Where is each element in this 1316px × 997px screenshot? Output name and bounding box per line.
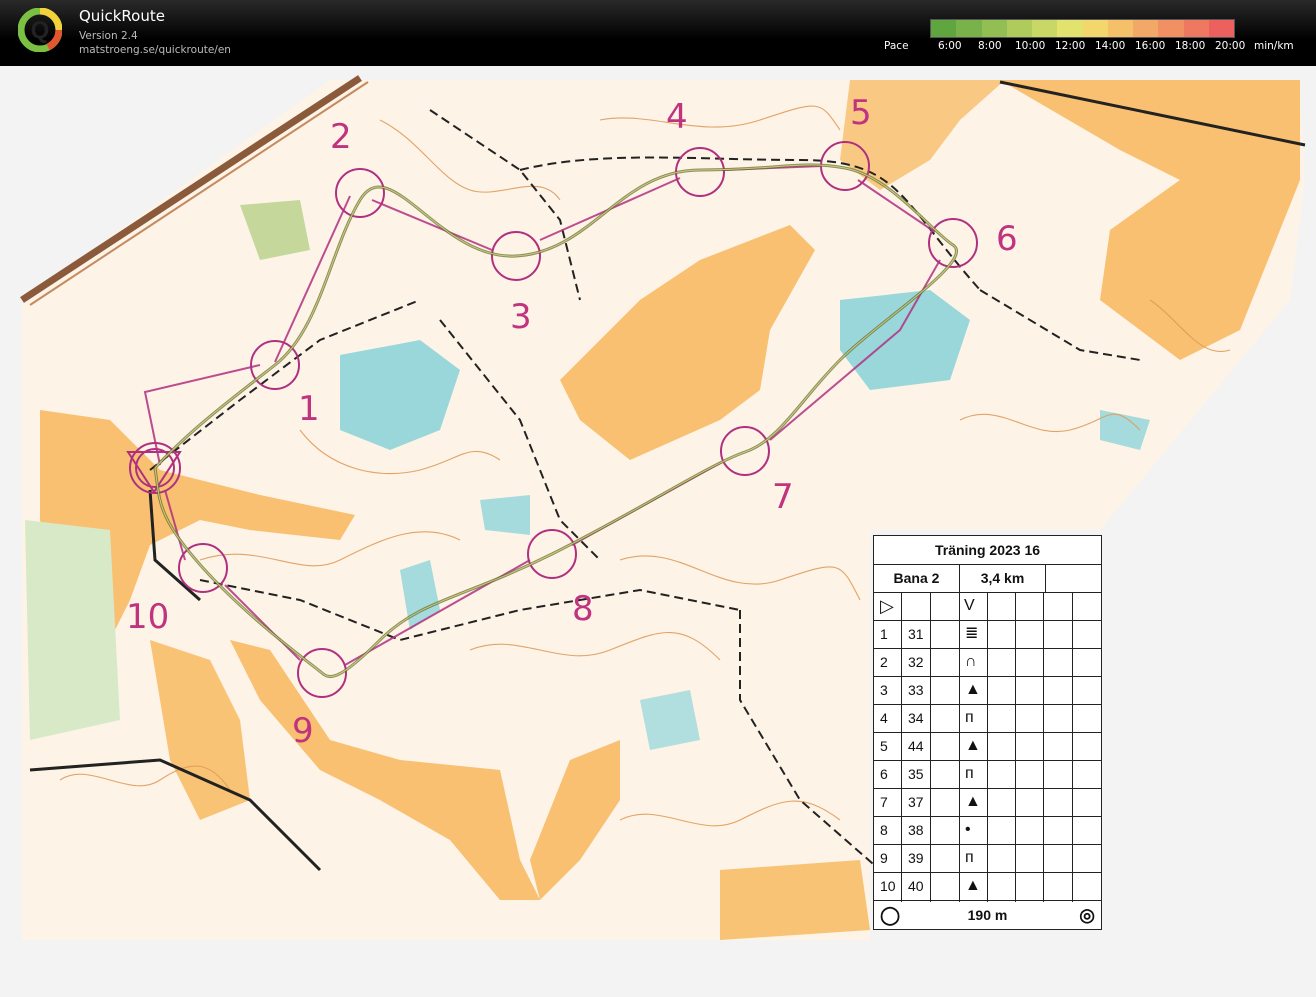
- finish-row: ◯ 190 m ◎: [874, 902, 1101, 929]
- control-number: 2: [880, 654, 888, 670]
- pace-color-segment: [1032, 20, 1058, 37]
- finish-circle-icon: ◯: [880, 905, 901, 925]
- pace-unit: min/km: [1254, 40, 1294, 52]
- control-label-4: 4: [666, 97, 688, 137]
- control-code: 40: [908, 878, 924, 894]
- legend-title: Träning 2023 16: [874, 536, 1101, 565]
- app-version: Version 2.4: [79, 30, 138, 42]
- control-code: 33: [908, 682, 924, 698]
- control-code: 31: [908, 626, 924, 642]
- pace-color-segment: [1133, 20, 1159, 37]
- control-code: 32: [908, 654, 924, 670]
- map-canvas[interactable]: 1 2 3 4 5 6 7 8 9 10: [0, 66, 1316, 997]
- pace-color-segment: [1208, 20, 1234, 37]
- orienteering-map[interactable]: 1 2 3 4 5 6 7 8 9 10 Träning 2023 16 Ban…: [0, 66, 1316, 997]
- pace-color-segment: [931, 20, 957, 37]
- control-code: 35: [908, 766, 924, 782]
- finish-double-circle-icon: ◎: [1079, 905, 1095, 925]
- pace-color-segment: [1107, 20, 1133, 37]
- svg-text:Q: Q: [31, 17, 50, 44]
- control-label-8: 8: [572, 589, 594, 629]
- control-feature-symbol-icon: ▲: [965, 681, 981, 698]
- control-label-2: 2: [330, 117, 352, 157]
- pace-color-scale: [930, 19, 1235, 38]
- pace-tick: 10:00: [1015, 40, 1046, 52]
- settlement-area: [25, 520, 120, 740]
- control-number: 9: [880, 850, 888, 866]
- control-code: 44: [908, 738, 924, 754]
- finish-distance: 190 m: [967, 907, 1008, 923]
- control-feature-symbol-icon: ᴨ: [965, 765, 974, 782]
- control-feature-symbol-icon: ▲: [965, 793, 981, 810]
- pace-tick: 18:00: [1175, 40, 1206, 52]
- pace-tick: 6:00: [938, 40, 962, 52]
- control-feature-symbol-icon: ≣: [965, 625, 979, 642]
- title-bar: Q QuickRoute Version 2.4 matstroeng.se/q…: [0, 0, 1316, 66]
- app-url[interactable]: matstroeng.se/quickroute/en: [79, 44, 231, 56]
- pace-tick: 12:00: [1055, 40, 1086, 52]
- control-feature-symbol-icon: ▲: [965, 737, 981, 754]
- course-length: 3,4 km: [960, 564, 1046, 593]
- control-label-6: 6: [996, 219, 1018, 259]
- control-number: 4: [880, 710, 888, 726]
- control-feature-symbol-icon: ▲: [965, 877, 981, 894]
- pace-tick: 8:00: [978, 40, 1002, 52]
- course-name: Bana 2: [874, 564, 960, 593]
- control-label-10: 10: [126, 597, 169, 637]
- control-label-5: 5: [850, 93, 872, 133]
- control-label-1: 1: [298, 389, 320, 429]
- quickroute-logo-icon: Q: [18, 8, 62, 52]
- pace-color-segment: [956, 20, 982, 37]
- control-feature-symbol-icon: •: [965, 821, 971, 838]
- control-code: 39: [908, 850, 924, 866]
- control-number: 10: [880, 878, 896, 894]
- control-code: 38: [908, 822, 924, 838]
- start-description: V: [964, 597, 975, 614]
- app-title: QuickRoute: [79, 7, 165, 25]
- pace-color-segment: [1006, 20, 1032, 37]
- control-feature-symbol-icon: ᴨ: [965, 709, 974, 726]
- control-label-3: 3: [510, 297, 532, 337]
- control-label-7: 7: [772, 477, 794, 517]
- pace-tick: 14:00: [1095, 40, 1126, 52]
- control-feature-symbol-icon: ᴨ: [965, 849, 974, 866]
- control-number: 1: [880, 626, 888, 642]
- start-triangle-icon: ▷: [880, 596, 894, 616]
- control-code: 34: [908, 710, 924, 726]
- control-number: 5: [880, 738, 888, 754]
- pace-color-segment: [1158, 20, 1184, 37]
- control-label-9: 9: [292, 711, 314, 751]
- pace-color-segment: [981, 20, 1007, 37]
- control-number: 3: [880, 682, 888, 698]
- control-number: 7: [880, 794, 888, 810]
- pace-label: Pace: [884, 40, 909, 52]
- pace-color-segment: [1057, 20, 1083, 37]
- pace-tick: 20:00: [1215, 40, 1246, 52]
- control-description-sheet: Träning 2023 16 Bana 2 3,4 km ▷ V 1 31 ≣ 2 3…: [873, 535, 1102, 930]
- control-number: 8: [880, 822, 888, 838]
- pace-color-segment: [1183, 20, 1209, 37]
- open-land-area: [720, 860, 870, 940]
- control-feature-symbol-icon: ∩: [965, 653, 977, 670]
- pace-color-segment: [1082, 20, 1108, 37]
- control-code: 37: [908, 794, 924, 810]
- pace-tick: 16:00: [1135, 40, 1166, 52]
- control-number: 6: [880, 766, 888, 782]
